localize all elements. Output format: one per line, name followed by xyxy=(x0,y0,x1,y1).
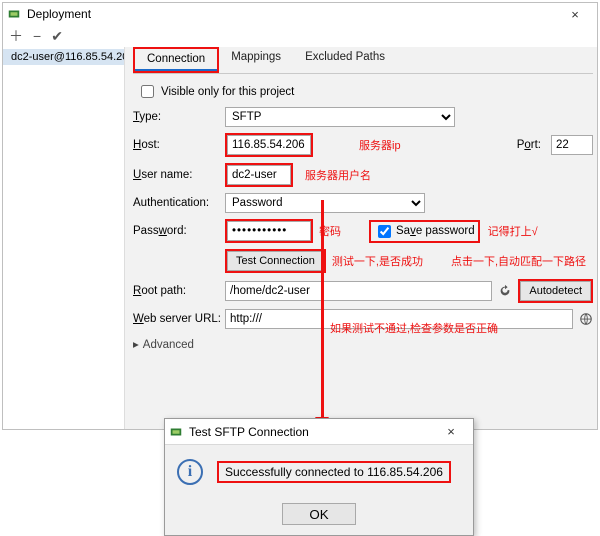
server-label: dc2-user@116.85.54.20 xyxy=(11,51,124,63)
window-close-button[interactable]: × xyxy=(557,7,593,22)
save-password-checkbox[interactable] xyxy=(378,225,391,238)
anno-autodetect: 点击一下,自动匹配一下路径 xyxy=(451,253,586,269)
server-item[interactable]: dc2-user@116.85.54.20 xyxy=(3,49,124,65)
anno-savepw: 记得打上√ xyxy=(488,223,538,239)
connection-panel: Connection Mappings Excluded Paths Visib… xyxy=(125,47,597,429)
sidebar-toolbar: ＋ − ✔ xyxy=(3,25,597,47)
tab-bar: Connection Mappings Excluded Paths xyxy=(133,47,593,74)
deployment-window: Deployment × ＋ − ✔ dc2-user@116.85.54.20… xyxy=(2,2,598,430)
web-label: Web server URL: xyxy=(133,313,225,325)
check-button[interactable]: ✔ xyxy=(51,28,63,45)
chevron-right-icon: ▸ xyxy=(133,337,139,351)
save-password-label: Save password xyxy=(396,225,475,237)
type-select[interactable]: SFTP xyxy=(225,107,455,127)
port-input[interactable] xyxy=(551,135,593,155)
type-label: Type: xyxy=(133,111,225,123)
host-input[interactable] xyxy=(227,135,311,155)
dialog-ok-button[interactable]: OK xyxy=(282,503,356,525)
password-label: Password: xyxy=(133,225,225,237)
dialog-close-button[interactable]: × xyxy=(433,424,469,439)
app-icon xyxy=(169,425,183,439)
app-icon xyxy=(7,7,21,21)
visible-only-label: Visible only for this project xyxy=(161,86,294,98)
test-connection-dialog: Test SFTP Connection × i Successfully co… xyxy=(164,418,474,536)
add-button[interactable]: ＋ xyxy=(9,26,23,46)
anno-host: 服务器ip xyxy=(359,137,401,153)
port-label: Port: xyxy=(517,139,541,151)
annotation-arrow xyxy=(321,200,323,422)
test-connection-button[interactable]: Test Connection xyxy=(227,251,324,271)
autodetect-button[interactable]: Autodetect xyxy=(520,281,591,301)
tab-connection[interactable]: Connection xyxy=(135,49,217,71)
remove-button[interactable]: − xyxy=(33,28,41,44)
window-titlebar: Deployment × xyxy=(3,3,597,25)
password-input[interactable] xyxy=(227,221,311,241)
globe-icon[interactable] xyxy=(579,312,593,326)
dialog-message: Successfully connected to 116.85.54.206 xyxy=(225,465,443,479)
anno-user: 服务器用户名 xyxy=(305,167,371,183)
anno-test: 测试一下,是否成功 xyxy=(332,253,423,269)
server-list: dc2-user@116.85.54.20 xyxy=(3,47,125,429)
visible-only-checkbox[interactable] xyxy=(141,85,154,98)
user-label: User name: xyxy=(133,169,225,181)
host-label: Host: xyxy=(133,139,225,151)
user-input[interactable] xyxy=(227,165,291,185)
window-title: Deployment xyxy=(27,7,557,21)
advanced-section-toggle[interactable]: ▸Advanced xyxy=(133,337,593,351)
window-body: dc2-user@116.85.54.20 Connection Mapping… xyxy=(3,47,597,429)
auth-select[interactable]: Password xyxy=(225,193,425,213)
root-label: Root path: xyxy=(133,285,225,297)
tab-excluded[interactable]: Excluded Paths xyxy=(293,47,397,73)
root-input[interactable] xyxy=(225,281,492,301)
info-icon: i xyxy=(177,459,203,485)
refresh-icon[interactable] xyxy=(498,284,512,298)
dialog-title: Test SFTP Connection xyxy=(189,425,433,439)
anno-arrow-text: 如果测试不通过,检查参数是否正确 xyxy=(330,320,498,336)
auth-label: Authentication: xyxy=(133,197,225,209)
tab-mappings[interactable]: Mappings xyxy=(219,47,293,73)
